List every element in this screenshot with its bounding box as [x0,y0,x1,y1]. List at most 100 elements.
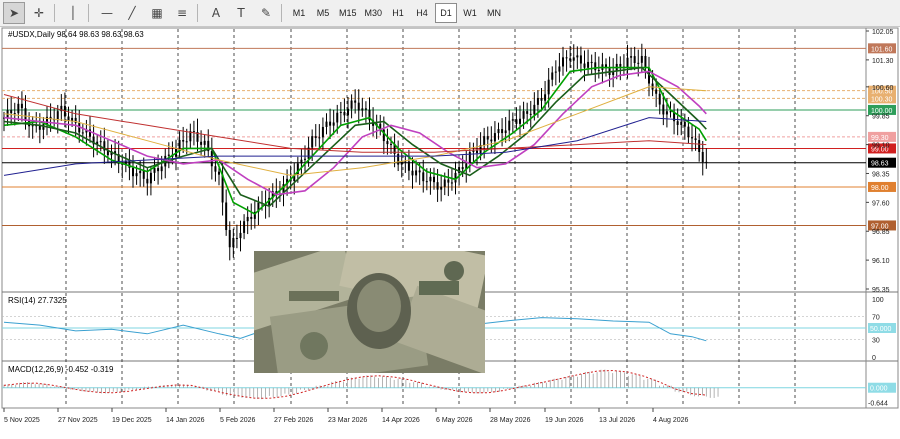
candle-body [332,122,335,126]
candle-body [508,120,511,131]
rsi-tick-label: 0 [872,355,876,362]
candle-body [239,232,242,239]
timeframe-m1[interactable]: M1 [288,3,310,23]
candle-body [576,55,579,58]
candle-body [687,126,690,138]
candle-body [504,130,507,134]
price-tick-label: 96.85 [872,229,890,236]
timeframe-h1[interactable]: H1 [387,3,409,23]
candle-body [153,168,156,173]
timeframe-mn[interactable]: MN [483,3,505,23]
candle-body [536,97,539,105]
price-tick-label: 95.35 [872,287,890,294]
candle-body [597,69,600,71]
candle-body [386,141,389,145]
candle-body [300,159,303,164]
candle-body [633,56,636,64]
candle-body [13,113,16,115]
macd-zero-label: 0.000 [870,386,888,393]
vertical-line-icon[interactable]: │ [62,2,84,24]
candle-body [436,182,439,190]
candle-body [20,103,23,109]
candle-body [304,158,306,160]
candle-body [515,119,518,124]
candle-body [185,141,188,143]
candle-body [493,133,496,142]
candle-body [182,139,185,142]
candle-body [10,110,13,114]
time-tick-label: 28 May 2026 [490,417,531,424]
candle-body [619,63,622,67]
candle-body [243,221,246,233]
candle-body [250,216,253,219]
price-level-label: 98.63 [871,161,889,168]
candle-body [347,108,349,116]
candle-body [357,102,360,111]
candle-body [590,61,593,63]
candle-body [544,94,547,101]
candle-body [472,150,475,153]
price-tick-label: 101.30 [872,58,894,65]
macd-pane[interactable]: 0.000 -0.644 [2,369,896,408]
time-tick-label: 27 Feb 2026 [274,417,313,424]
fibonacci-icon[interactable]: ≡ [171,2,193,24]
text-icon[interactable]: A [205,2,227,24]
text-label-icon[interactable]: T [230,2,252,24]
candle-body [354,100,357,103]
horizontal-line-icon[interactable]: — [96,2,118,24]
price-level-label: 101.60 [871,46,893,53]
candle-body [558,66,561,72]
time-tick-label: 13 Jul 2026 [599,417,635,424]
shapes-icon[interactable]: ✎ [255,2,277,24]
timeframe-m15[interactable]: M15 [336,3,360,23]
candle-body [192,131,195,133]
candle-body [99,141,102,143]
candle-body [701,151,704,163]
macd-title: MACD(12,26,9) -0.452 -0.319 [8,365,114,374]
cursor-arrow-icon[interactable]: ➤ [3,2,25,24]
price-tick-label: 97.60 [872,200,890,207]
crosshair-icon[interactable]: ✛ [28,2,50,24]
channel-icon[interactable]: ▦ [146,2,168,24]
candle-body [139,170,142,174]
candle-body [149,172,152,184]
timeframe-m5[interactable]: M5 [312,3,334,23]
macd-tick-label: -0.644 [868,401,888,408]
candle-body [17,103,20,114]
candle-body [694,138,697,141]
candle-body [390,143,392,145]
candle-body [676,121,679,125]
rsi-level-label: 50.000 [870,326,892,333]
time-tick-label: 14 Apr 2026 [382,417,420,424]
candle-body [630,56,633,58]
candle-body [418,170,421,173]
candle-body [160,166,163,172]
time-tick-label: 14 Jan 2026 [166,417,205,424]
price-level-label: 98.00 [871,185,889,192]
price-tick-label: 102.05 [872,29,894,36]
candle-body [565,57,568,59]
timeframe-m30[interactable]: M30 [362,3,386,23]
time-tick-label: 19 Jun 2026 [545,417,584,424]
candle-body [569,58,572,61]
candle-body [311,136,314,148]
toolbar-separator [281,4,282,22]
timeframe-w1[interactable]: W1 [459,3,481,23]
price-level-label: 100.30 [871,96,893,103]
candle-body [497,129,500,134]
candle-body [146,178,149,184]
candle-body [440,186,443,190]
candle-body [214,166,217,172]
time-axis: 5 Nov 2025 27 Nov 2025 19 Dec 2025 14 Jan 2… [3,408,689,424]
candle-body [364,108,367,110]
candle-body [680,121,683,125]
candle-body [200,141,203,145]
candle-body [321,126,324,138]
timeframe-d1[interactable]: D1 [435,3,458,23]
candle-body [490,139,493,142]
trendline-icon[interactable]: ╱ [121,2,143,24]
timeframe-h4[interactable]: H4 [411,3,433,23]
candle-body [526,111,529,114]
candle-body [203,140,206,145]
candle-body [551,72,554,80]
